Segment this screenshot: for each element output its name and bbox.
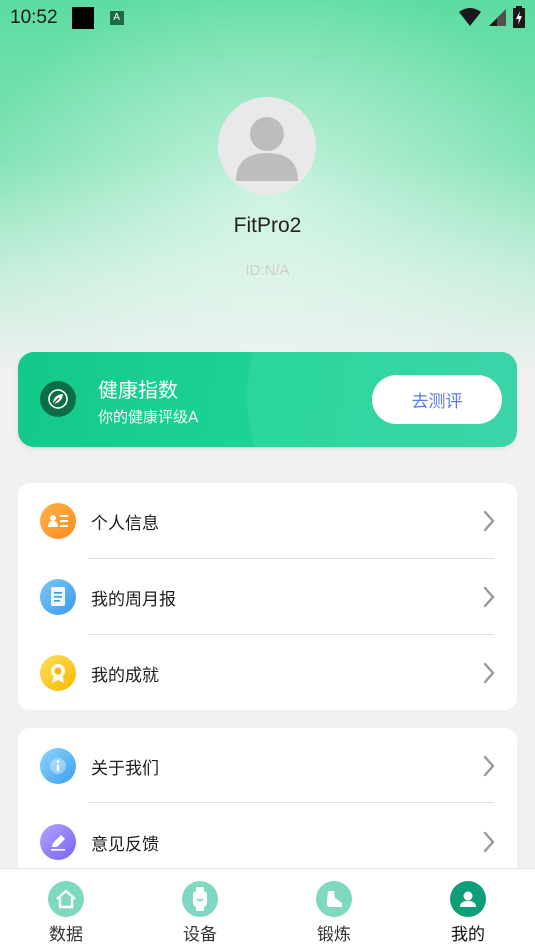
username: FitPro2 bbox=[233, 214, 302, 237]
health-rating-text: 你的健康评级A bbox=[98, 408, 199, 426]
report-icon bbox=[40, 579, 76, 615]
menu-item-label: 关于我们 bbox=[91, 759, 159, 779]
tab-label: 数据 bbox=[49, 925, 83, 945]
feedback-icon bbox=[40, 824, 76, 860]
watch-icon bbox=[182, 881, 218, 917]
wifi-icon bbox=[459, 8, 481, 26]
tab-label: 设备 bbox=[183, 925, 217, 945]
menu-item-label: 个人信息 bbox=[91, 514, 159, 534]
medal-icon bbox=[40, 655, 76, 691]
battery-charging-icon bbox=[513, 6, 525, 28]
notification-black-square-icon bbox=[71, 7, 94, 29]
tab-device[interactable]: 设备 bbox=[150, 869, 250, 952]
menu-item-personal-info[interactable]: 个人信息 bbox=[18, 483, 517, 559]
menu-item-weekly-monthly-report[interactable]: 我的周月报 bbox=[18, 559, 517, 635]
notification-a-icon: A bbox=[109, 11, 124, 25]
health-index-title: 健康指数 bbox=[98, 378, 178, 402]
person-icon bbox=[450, 881, 486, 917]
divider bbox=[88, 802, 494, 803]
menu-item-label: 意见反馈 bbox=[91, 835, 159, 855]
menu-card-about: 关于我们 意见反馈 bbox=[18, 728, 517, 878]
home-icon bbox=[48, 881, 84, 917]
user-id: ID:N/A bbox=[245, 262, 290, 279]
menu-item-about-us[interactable]: 关于我们 bbox=[18, 728, 517, 804]
menu-item-label: 我的周月报 bbox=[91, 590, 176, 610]
status-indicators bbox=[459, 6, 525, 28]
chevron-right-icon bbox=[483, 755, 495, 777]
default-avatar-icon bbox=[236, 117, 298, 181]
shoe-icon bbox=[316, 881, 352, 917]
bottom-tab-bar: 数据 设备 锻炼 我的 bbox=[0, 868, 535, 952]
chevron-right-icon bbox=[483, 510, 495, 532]
cell-signal-icon bbox=[489, 9, 506, 26]
tab-exercise[interactable]: 锻炼 bbox=[284, 869, 384, 952]
chevron-right-icon bbox=[483, 662, 495, 684]
menu-item-achievements[interactable]: 我的成就 bbox=[18, 635, 517, 711]
tab-label: 锻炼 bbox=[317, 925, 351, 945]
health-index-card[interactable]: 健康指数 你的健康评级A 去测评 bbox=[18, 352, 517, 447]
status-bar: 10:52 A bbox=[0, 0, 535, 36]
info-icon bbox=[40, 748, 76, 784]
menu-card-profile: 个人信息 我的周月报 我的成就 bbox=[18, 483, 517, 710]
person-card-icon bbox=[40, 503, 76, 539]
status-time: 10:52 bbox=[10, 7, 58, 28]
chevron-right-icon bbox=[483, 831, 495, 853]
tab-data[interactable]: 数据 bbox=[16, 869, 116, 952]
menu-item-label: 我的成就 bbox=[91, 666, 159, 686]
leaf-icon bbox=[40, 381, 76, 417]
evaluate-button[interactable]: 去测评 bbox=[372, 375, 502, 424]
tab-mine[interactable]: 我的 bbox=[418, 869, 518, 952]
tab-label: 我的 bbox=[451, 925, 485, 945]
avatar[interactable] bbox=[218, 97, 316, 195]
chevron-right-icon bbox=[483, 586, 495, 608]
